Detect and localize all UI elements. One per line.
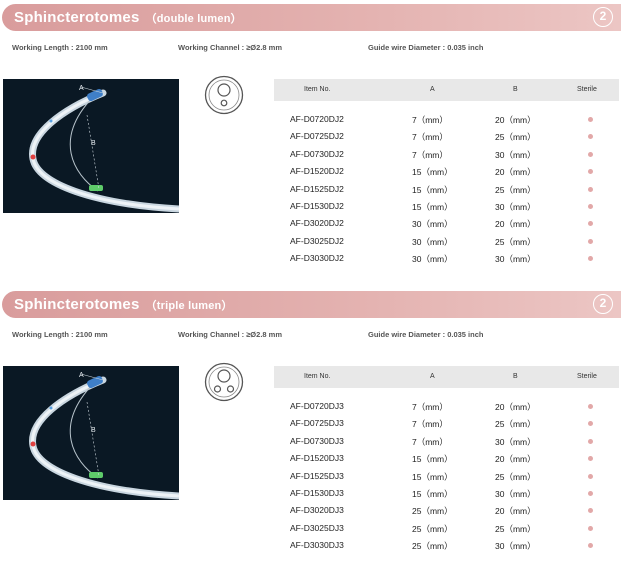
sphincterotome-illustration: A B	[29, 85, 179, 213]
section-banner: Sphincterotomes （triple lumen） 2	[2, 291, 621, 318]
section-double-lumen: Sphincterotomes （double lumen） 2 Working …	[0, 0, 623, 285]
working-length: Working Length : 2100 mm	[12, 43, 108, 52]
table-row: AF-D1525DJ2 15（mm） 25（mm）	[274, 181, 619, 198]
table-row: AF-D0730DJ2 7（mm） 30（mm）	[274, 146, 619, 163]
table-row: AF-D1520DJ2 15（mm） 20（mm）	[274, 163, 619, 180]
working-channel: Working Channel : ≥Ø2.8 mm	[178, 330, 282, 339]
sterile-dot-icon	[588, 421, 593, 427]
sterile-dot-icon	[588, 256, 593, 262]
table-row: AF-D1530DJ3 15（mm） 30（mm）	[274, 485, 619, 502]
sterile-dot-icon	[588, 169, 593, 175]
sterile-dot-icon	[588, 117, 593, 122]
sterile-dot-icon	[588, 404, 593, 409]
table-row: AF-D3020DJ3 25（mm） 20（mm）	[274, 502, 619, 519]
sterile-dot-icon	[588, 151, 593, 157]
label-a: A	[79, 85, 84, 92]
label-b: B	[91, 140, 96, 147]
section-number-badge: 2	[593, 7, 613, 27]
sterile-dot-icon	[588, 186, 593, 192]
sterile-dot-icon	[588, 525, 593, 531]
section-subtitle: （triple lumen）	[145, 300, 233, 312]
double-lumen-icon	[204, 75, 244, 115]
working-channel: Working Channel : ≥Ø2.8 mm	[178, 43, 282, 52]
header-a: A	[430, 373, 435, 380]
header-item-no: Item No.	[304, 373, 331, 380]
section-banner: Sphincterotomes （double lumen） 2	[2, 4, 621, 31]
label-b: B	[91, 427, 96, 434]
sterile-dot-icon	[588, 473, 593, 479]
header-sterile: Sterile	[577, 86, 597, 93]
sterile-dot-icon	[588, 508, 593, 514]
section-number-badge: 2	[593, 294, 613, 314]
section-title: Sphincterotomes （triple lumen）	[14, 296, 233, 313]
table-row: AF-D3025DJ2 30（mm） 25（mm）	[274, 233, 619, 250]
sphincterotome-illustration: A B	[29, 372, 179, 500]
product-table: Item No. A B Sterile AF-D0720DJ3 7（mm） 20（…	[274, 366, 619, 555]
product-table: Item No. A B Sterile AF-D0720DJ2 7（mm） 20（…	[274, 79, 619, 268]
section-subtitle: （double lumen）	[145, 13, 242, 25]
table-row: AF-D3020DJ2 30（mm） 20（mm）	[274, 215, 619, 232]
sterile-dot-icon	[588, 221, 593, 227]
table-row: AF-D0730DJ3 7（mm） 30（mm）	[274, 433, 619, 450]
product-photo: A B	[3, 79, 179, 213]
sterile-dot-icon	[588, 203, 593, 209]
header-item-no: Item No.	[304, 86, 331, 93]
table-row: AF-D1525DJ3 15（mm） 25（mm）	[274, 468, 619, 485]
section-triple-lumen: Sphincterotomes （triple lumen） 2 Working …	[0, 287, 623, 569]
triple-lumen-icon	[204, 362, 244, 402]
sterile-dot-icon	[588, 490, 593, 496]
guide-wire-diameter: Guide wire Diameter : 0.035 inch	[368, 43, 484, 52]
table-header: Item No. A B Sterile	[274, 366, 619, 388]
header-b: B	[513, 86, 518, 93]
section-title: Sphincterotomes （double lumen）	[14, 9, 242, 26]
header-a: A	[430, 86, 435, 93]
sterile-dot-icon	[588, 238, 593, 244]
sterile-dot-icon	[588, 438, 593, 444]
table-row: AF-D1520DJ3 15（mm） 20（mm）	[274, 450, 619, 467]
table-row: AF-D0720DJ3 7（mm） 20（mm）	[274, 398, 619, 415]
sterile-dot-icon	[588, 543, 593, 549]
table-header: Item No. A B Sterile	[274, 79, 619, 101]
sterile-dot-icon	[588, 134, 593, 140]
product-photo: A B	[3, 366, 179, 500]
working-length: Working Length : 2100 mm	[12, 330, 108, 339]
table-row: AF-D0725DJ3 7（mm） 25（mm）	[274, 415, 619, 432]
table-row: AF-D0720DJ2 7（mm） 20（mm）	[274, 111, 619, 128]
table-row: AF-D3030DJ2 30（mm） 30（mm）	[274, 250, 619, 267]
label-a: A	[79, 372, 84, 379]
table-row: AF-D3025DJ3 25（mm） 25（mm）	[274, 520, 619, 537]
header-b: B	[513, 373, 518, 380]
header-sterile: Sterile	[577, 373, 597, 380]
table-row: AF-D3030DJ3 25（mm） 30（mm）	[274, 537, 619, 554]
table-row: AF-D1530DJ2 15（mm） 30（mm）	[274, 198, 619, 215]
table-row: AF-D0725DJ2 7（mm） 25（mm）	[274, 128, 619, 145]
sterile-dot-icon	[588, 456, 593, 462]
guide-wire-diameter: Guide wire Diameter : 0.035 inch	[368, 330, 484, 339]
